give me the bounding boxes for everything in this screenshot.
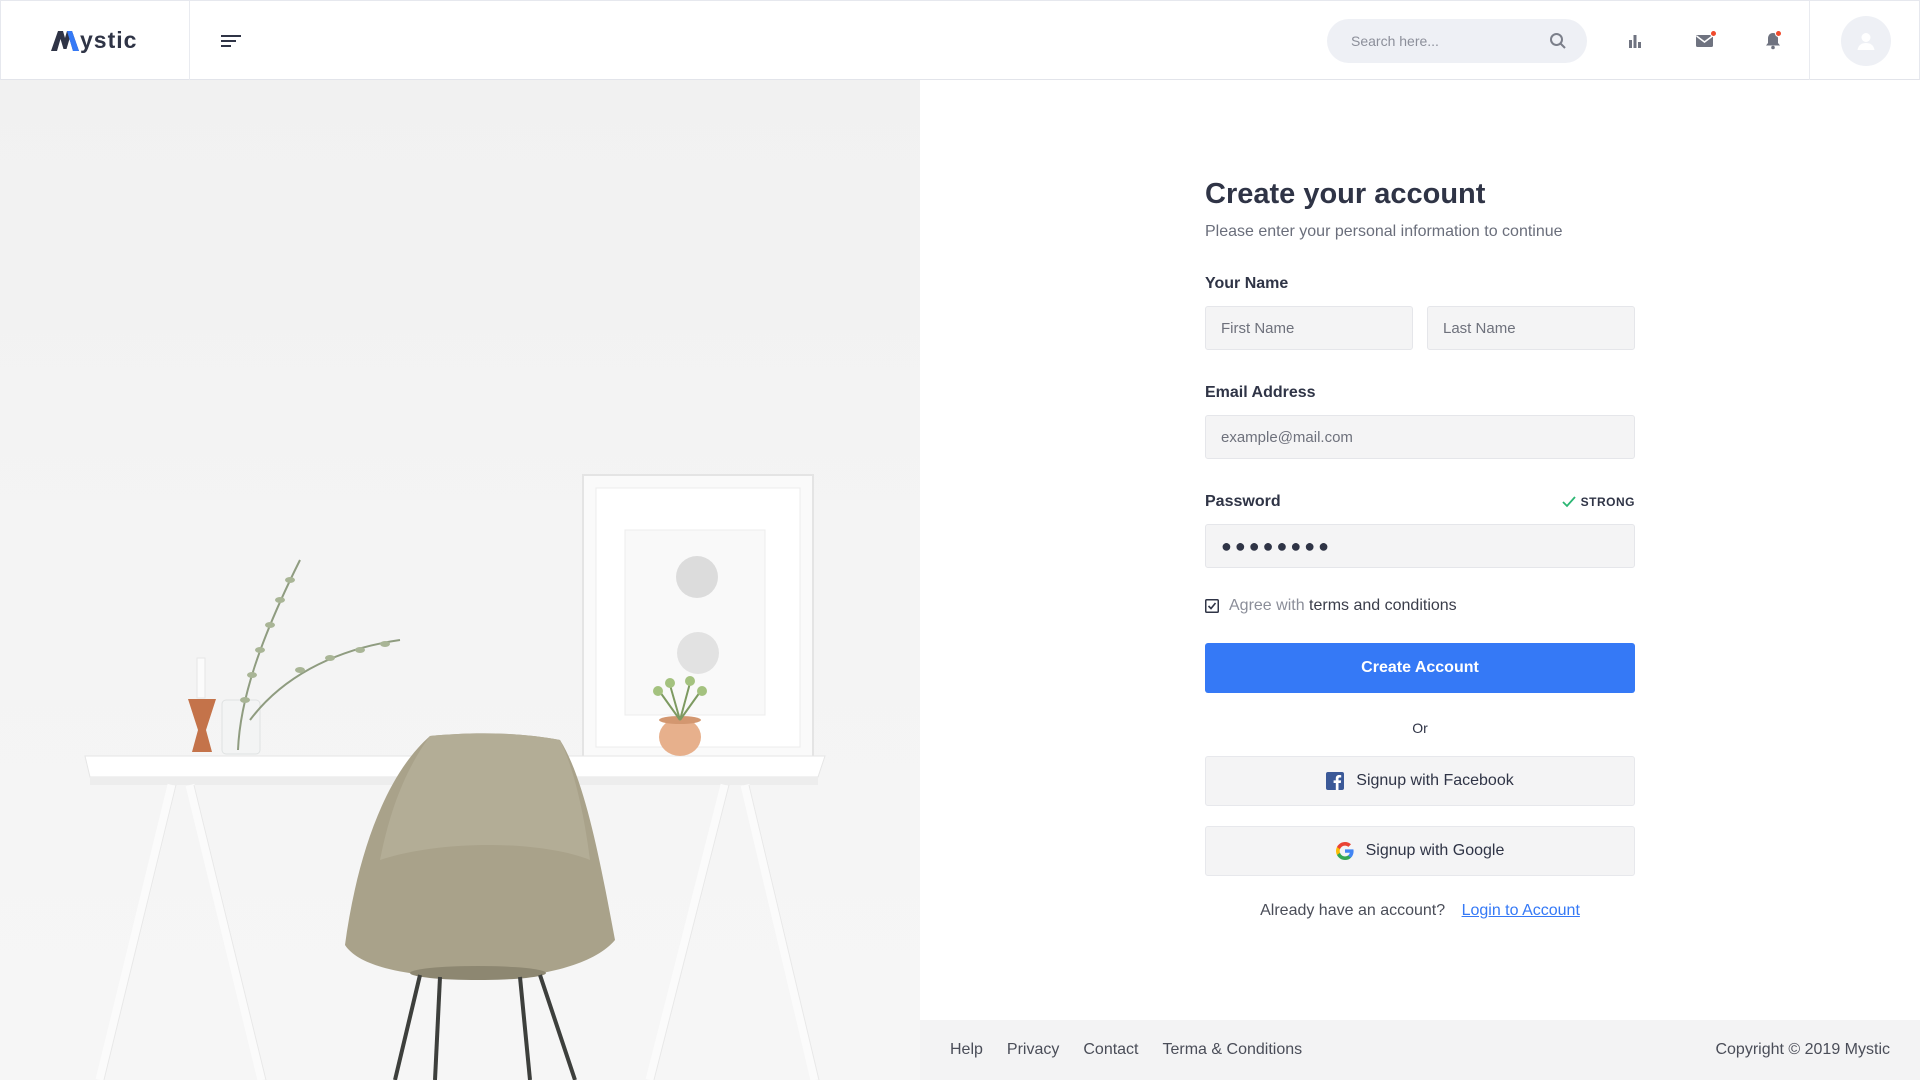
mail-notification-dot bbox=[1710, 30, 1717, 37]
password-field[interactable] bbox=[1205, 524, 1635, 568]
hero-photo bbox=[0, 80, 920, 1080]
footer-link-contact[interactable]: Contact bbox=[1083, 1041, 1138, 1059]
avatar[interactable] bbox=[1840, 15, 1891, 66]
page-subtitle: Please enter your personal information t… bbox=[1205, 223, 1563, 240]
email-field[interactable] bbox=[1205, 415, 1635, 459]
login-link[interactable]: Login to Account bbox=[1462, 902, 1580, 919]
password-strength-text: STRONG bbox=[1580, 495, 1635, 509]
notifications-button[interactable] bbox=[1761, 29, 1785, 53]
footer-links: Help Privacy Contact Terma & Conditions bbox=[950, 1041, 1302, 1059]
terms-checkbox[interactable] bbox=[1205, 599, 1219, 613]
terms-agreement: Agree with terms and conditions bbox=[1205, 597, 1635, 615]
google-icon bbox=[1335, 842, 1354, 860]
last-name-field[interactable] bbox=[1427, 306, 1635, 350]
search-icon[interactable] bbox=[1549, 32, 1567, 50]
or-divider: Or bbox=[1412, 720, 1428, 736]
page-title: Create your account bbox=[1205, 178, 1486, 210]
login-prompt-row: Already have an account? Login to Accoun… bbox=[1205, 902, 1635, 920]
brand-logo[interactable]: ystic bbox=[1, 1, 190, 80]
agree-label: Agree with bbox=[1229, 597, 1305, 614]
password-strength-indicator: STRONG bbox=[1562, 495, 1635, 509]
search-box bbox=[1327, 19, 1587, 63]
signup-form: Create your account Please enter your pe… bbox=[1205, 178, 1635, 920]
logo-mark-icon bbox=[51, 30, 79, 51]
search-input[interactable] bbox=[1351, 33, 1541, 49]
password-label: Password bbox=[1205, 493, 1281, 510]
check-icon bbox=[1562, 496, 1576, 508]
terms-link[interactable]: terms and conditions bbox=[1309, 597, 1457, 614]
login-prompt: Already have an account? bbox=[1260, 902, 1446, 919]
bell-notification-dot bbox=[1775, 30, 1782, 37]
facebook-signup-button[interactable]: Signup with Facebook bbox=[1205, 756, 1635, 806]
footer: Help Privacy Contact Terma & Conditions … bbox=[920, 1020, 1920, 1080]
email-label: Email Address bbox=[1205, 384, 1316, 401]
desk-chair-illustration bbox=[84, 474, 826, 1080]
google-signup-button[interactable]: Signup with Google bbox=[1205, 826, 1635, 876]
user-menu bbox=[1809, 1, 1920, 80]
footer-link-help[interactable]: Help bbox=[950, 1041, 983, 1059]
footer-link-privacy[interactable]: Privacy bbox=[1007, 1041, 1059, 1059]
facebook-icon bbox=[1326, 772, 1345, 790]
mail-button[interactable] bbox=[1693, 29, 1717, 53]
user-icon bbox=[1857, 32, 1874, 50]
top-header: ystic bbox=[0, 0, 1920, 80]
first-name-field[interactable] bbox=[1205, 306, 1413, 350]
google-signup-label: Signup with Google bbox=[1365, 842, 1505, 859]
name-label: Your Name bbox=[1205, 275, 1289, 292]
create-account-button[interactable]: Create Account bbox=[1205, 643, 1635, 693]
copyright: Copyright © 2019 Mystic bbox=[1715, 1041, 1890, 1058]
brand-name: ystic bbox=[80, 27, 138, 53]
bar-chart-icon[interactable] bbox=[1623, 29, 1647, 53]
facebook-signup-label: Signup with Facebook bbox=[1356, 772, 1514, 789]
menu-icon[interactable] bbox=[221, 33, 243, 49]
footer-link-terms[interactable]: Terma & Conditions bbox=[1163, 1041, 1303, 1059]
